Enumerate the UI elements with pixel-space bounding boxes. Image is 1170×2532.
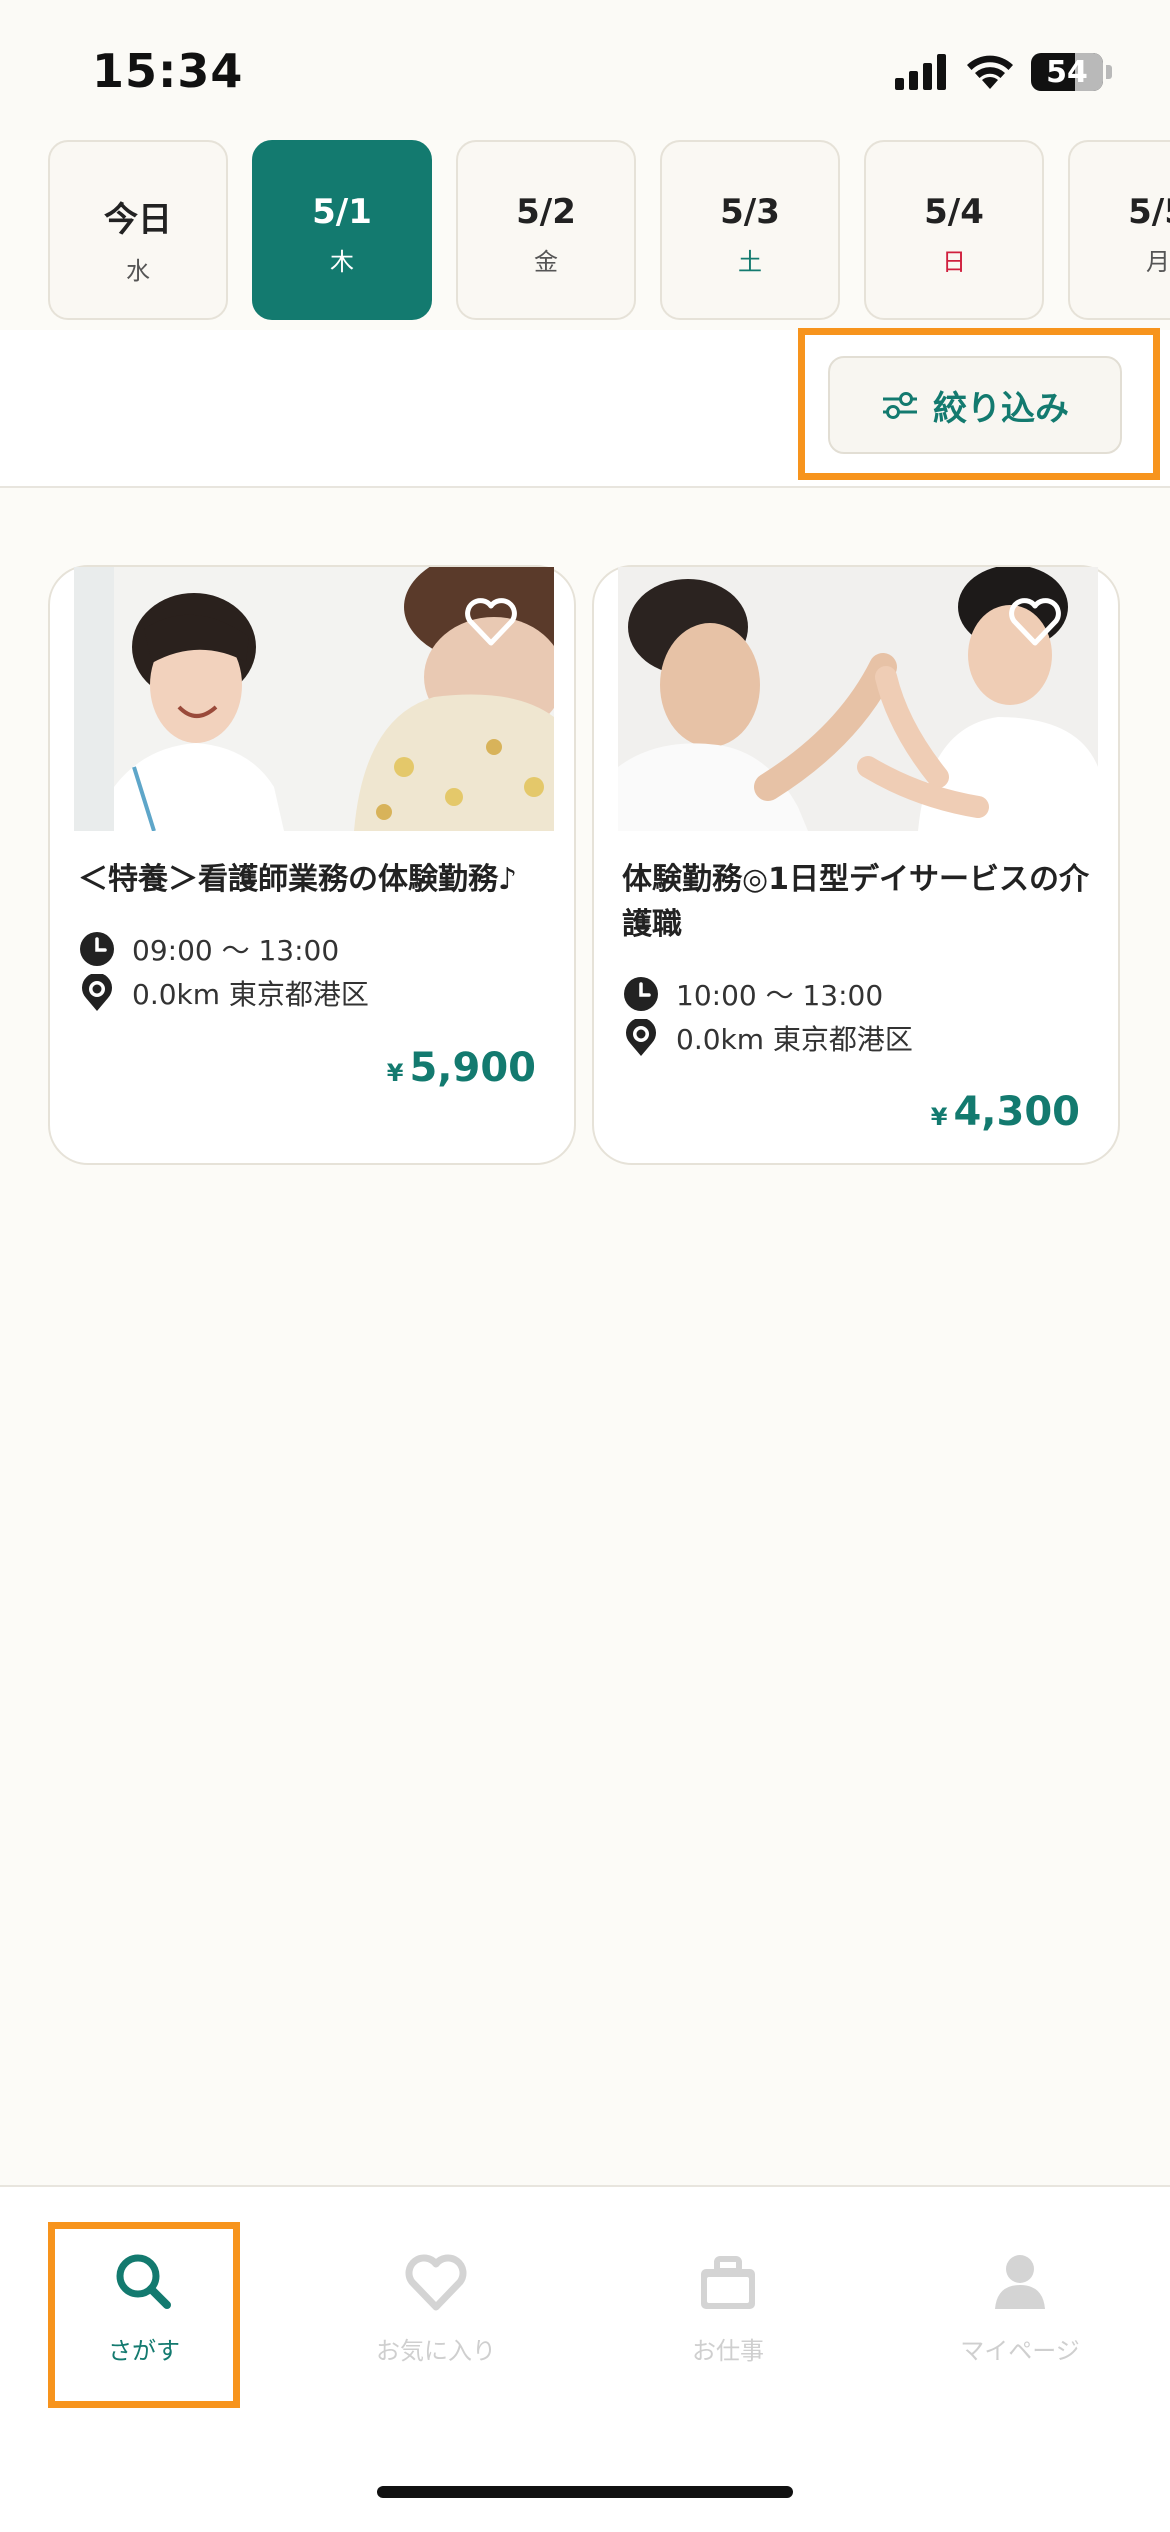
- heart-outline-icon[interactable]: [1008, 597, 1062, 647]
- job-price: ¥4,300: [931, 1089, 1080, 1135]
- nav-jobs-label: お仕事: [692, 2337, 764, 2365]
- status-icons: 54: [895, 50, 1112, 94]
- date-tab-weekday: 日: [942, 248, 966, 276]
- date-tab-date: 5/4: [924, 192, 984, 232]
- home-indicator: [377, 2486, 793, 2498]
- nav-jobs[interactable]: お仕事: [628, 2247, 828, 2366]
- date-tab-5-5[interactable]: 5/5 月: [1068, 140, 1170, 320]
- job-time: 09:00 〜 13:00: [132, 934, 340, 967]
- date-tab-weekday: 金: [534, 248, 558, 276]
- filter-highlight-box: [798, 328, 1160, 480]
- search-tab-highlight-box: [48, 2222, 240, 2408]
- nav-favorites[interactable]: お気に入り: [336, 2247, 536, 2366]
- date-tab-weekday: 月: [1146, 248, 1170, 276]
- job-image: [74, 567, 554, 831]
- job-location: 0.0km 東京都港区: [676, 1023, 913, 1056]
- heart-outline-icon[interactable]: [464, 597, 518, 647]
- clock-icon: [80, 932, 114, 966]
- clock-icon: [624, 977, 658, 1011]
- status-time: 15:34: [92, 44, 244, 98]
- job-time-row: 09:00 〜 13:00: [78, 929, 339, 969]
- date-tab-5-4[interactable]: 5/4 日: [864, 140, 1044, 320]
- date-tab-weekday: 水: [126, 257, 150, 285]
- currency-symbol: ¥: [930, 1103, 948, 1131]
- date-tab-date: 5/5: [1128, 192, 1170, 232]
- currency-symbol: ¥: [386, 1059, 404, 1087]
- nav-favorites-label: お気に入り: [376, 2337, 496, 2365]
- date-tab-weekday: 土: [738, 248, 762, 276]
- date-tab-5-3[interactable]: 5/3 土: [660, 140, 840, 320]
- location-pin-icon: [626, 1019, 656, 1056]
- person-icon: [995, 2255, 1045, 2309]
- date-tab-5-1[interactable]: 5/1 木: [252, 140, 432, 320]
- job-location-row: 0.0km 東京都港区: [622, 1018, 913, 1058]
- location-pin-icon: [82, 974, 112, 1011]
- job-time: 10:00 〜 13:00: [676, 979, 884, 1012]
- date-tab-today[interactable]: 今日 水: [48, 140, 228, 320]
- battery-indicator: 54: [1031, 53, 1103, 91]
- job-price-value: 5,900: [409, 1045, 536, 1091]
- date-tab-weekday: 木: [330, 248, 354, 276]
- job-card[interactable]: 体験勤務◎1日型デイサービスの介護職 10:00 〜 13:00 0.0km 東…: [592, 565, 1120, 1165]
- job-price-value: 4,300: [953, 1089, 1080, 1135]
- job-title: 体験勤務◎1日型デイサービスの介護職: [622, 862, 1090, 942]
- battery-tip: [1106, 65, 1112, 79]
- cellular-signal-icon: [895, 54, 946, 90]
- job-title: ＜特養＞看護師業務の体験勤務♪: [78, 862, 518, 897]
- job-time-row: 10:00 〜 13:00: [622, 974, 883, 1014]
- briefcase-icon: [701, 2256, 755, 2309]
- job-price: ¥5,900: [387, 1045, 536, 1091]
- wifi-icon: [967, 55, 1013, 89]
- date-tab-date: 5/1: [312, 192, 372, 232]
- job-image: [618, 567, 1098, 831]
- battery-level: 54: [1046, 54, 1088, 90]
- nav-mypage[interactable]: マイページ: [920, 2247, 1120, 2366]
- job-location-row: 0.0km 東京都港区: [78, 973, 369, 1013]
- status-bar: 15:34 54: [0, 0, 1170, 140]
- divider: [0, 486, 1170, 488]
- date-tab-date: 5/3: [720, 192, 780, 232]
- job-card[interactable]: ＜特養＞看護師業務の体験勤務♪ 09:00 〜 13:00 0.0km 東京都港…: [48, 565, 576, 1165]
- date-tab-date: 今日: [104, 200, 172, 240]
- date-tab-5-2[interactable]: 5/2 金: [456, 140, 636, 320]
- job-location: 0.0km 東京都港区: [132, 978, 369, 1011]
- date-tab-date: 5/2: [516, 192, 576, 232]
- date-strip[interactable]: 今日 水 5/1 木 5/2 金 5/3 土 5/4 日 5/5 月: [0, 140, 1170, 330]
- heart-icon: [405, 2254, 467, 2311]
- nav-mypage-label: マイページ: [960, 2337, 1080, 2365]
